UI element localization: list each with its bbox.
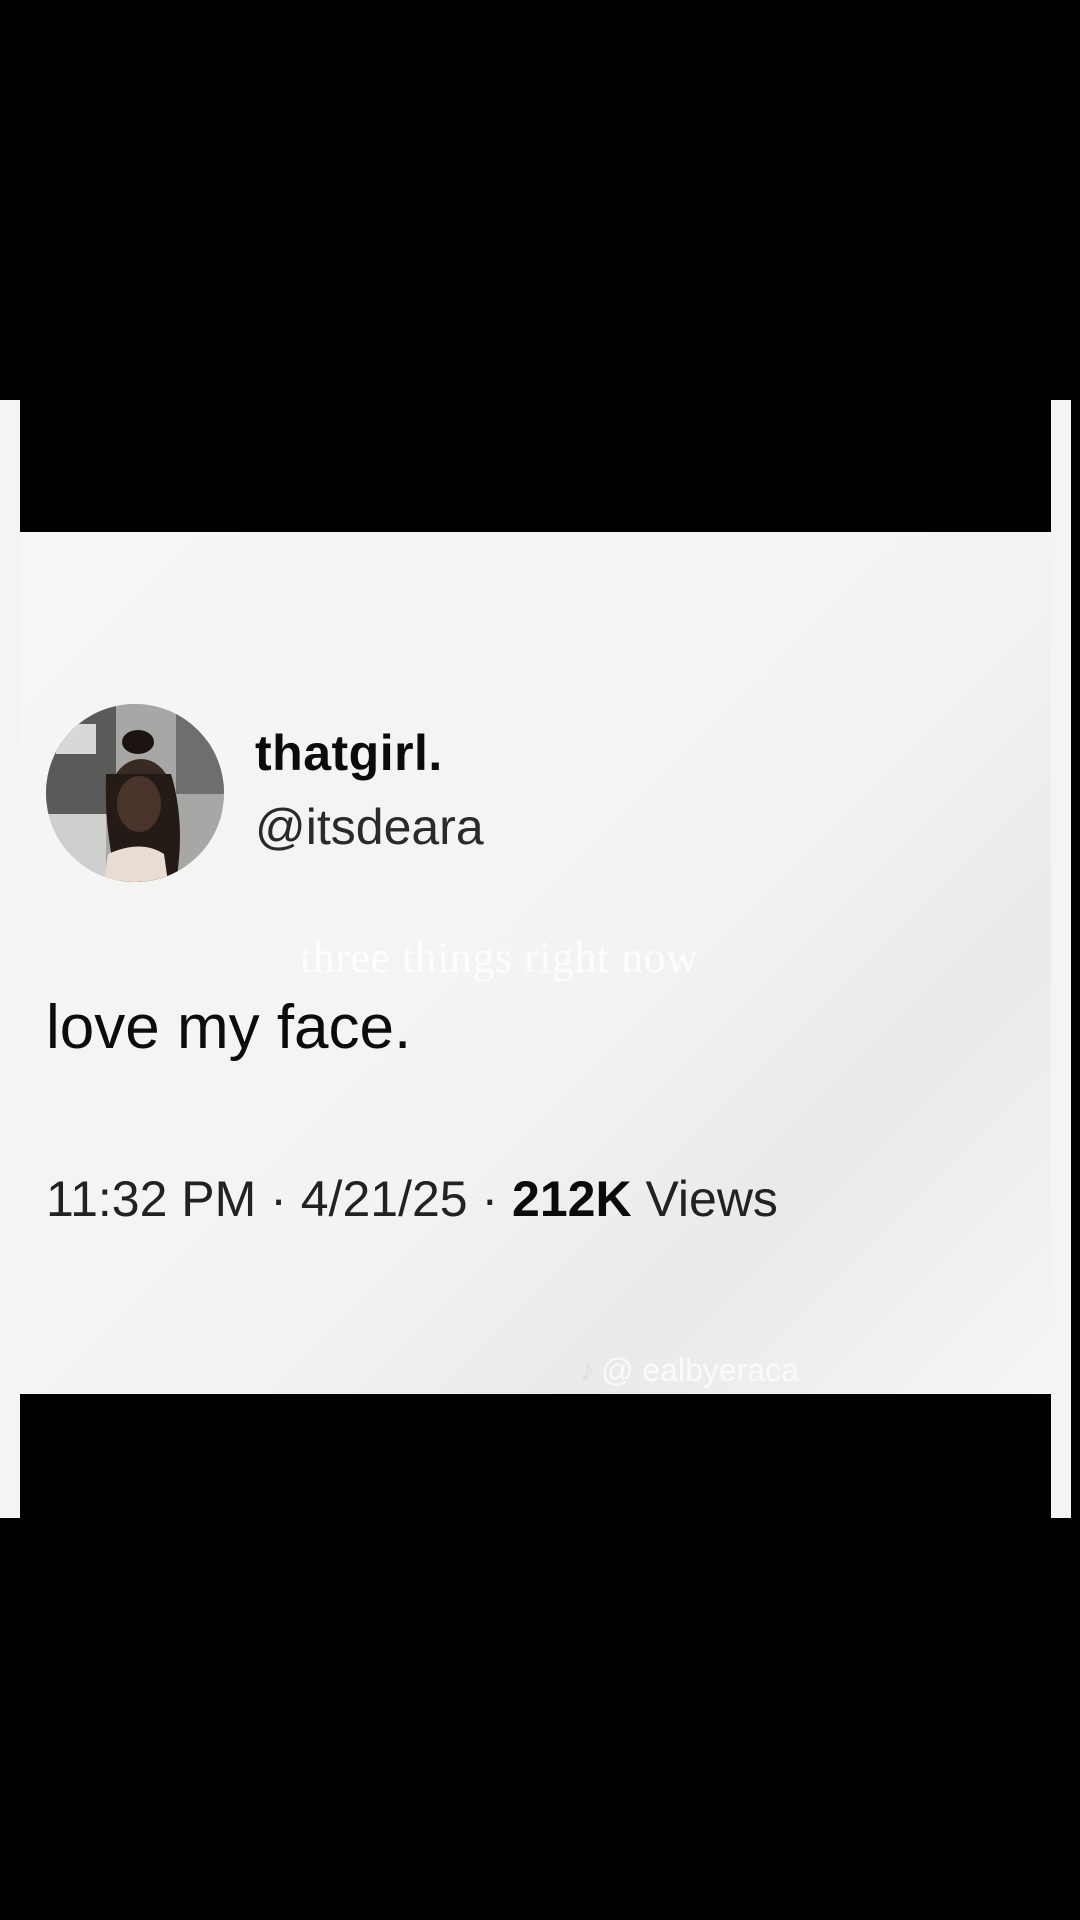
tiktok-icon: ♪ xyxy=(580,1353,595,1387)
avatar[interactable] xyxy=(46,704,224,882)
watermark-text: @ ealbyeraca xyxy=(601,1352,799,1388)
user-handle[interactable]: @itsdeara xyxy=(255,798,484,856)
watermark: ♪ @ ealbyeraca xyxy=(580,1352,799,1389)
video-screen: thatgirl. @itsdeara three things right n… xyxy=(0,0,1080,1920)
left-edge-strip xyxy=(0,400,20,1518)
display-name[interactable]: thatgirl. xyxy=(255,724,443,782)
tweet-date: 4/21/25 xyxy=(300,1171,468,1227)
tweet-text: love my face. xyxy=(46,993,412,1062)
avatar-photo-icon xyxy=(46,704,224,882)
right-edge-strip xyxy=(1051,400,1071,1518)
views-count: 212K xyxy=(512,1171,632,1227)
tweet-card: thatgirl. @itsdeara three things right n… xyxy=(20,532,1051,1394)
views-label: Views xyxy=(645,1171,778,1227)
tweet-meta: 11:32 PM · 4/21/25 · 212K Views xyxy=(46,1170,778,1228)
tweet-time: 11:32 PM xyxy=(46,1171,257,1227)
meta-separator: · xyxy=(467,1171,513,1227)
meta-separator: · xyxy=(256,1171,301,1227)
video-overlay-caption: three things right now xyxy=(300,933,699,982)
